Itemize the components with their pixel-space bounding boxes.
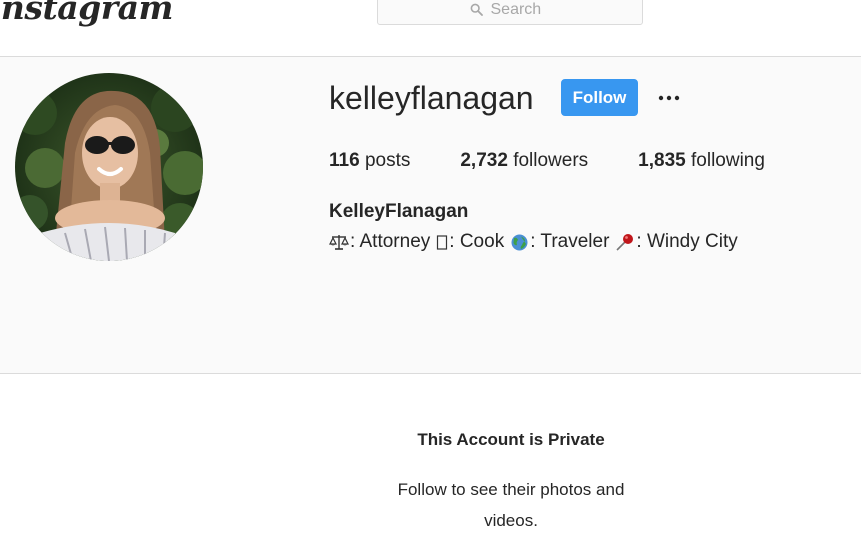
- bio-segment-attorney: : Attorney: [329, 231, 430, 253]
- bio-segment-cook: : Cook: [436, 231, 504, 253]
- private-account-title: This Account is Private: [417, 430, 605, 449]
- more-options-icon: [658, 88, 680, 106]
- followers-stat[interactable]: 2,732 followers: [460, 150, 588, 172]
- private-account-message: Follow to see their photos and videos.: [397, 480, 625, 530]
- search-box[interactable]: [377, 0, 643, 25]
- following-count: 1,835: [638, 150, 686, 171]
- more-options-button[interactable]: [654, 84, 684, 110]
- missing-glyph-icon: [436, 233, 448, 251]
- profile-avatar[interactable]: [15, 73, 203, 261]
- top-nav-bar: Instagram: [0, 0, 861, 57]
- scales-icon: [329, 233, 349, 251]
- profile-full-name: KelleyFlanagan: [329, 201, 469, 222]
- posts-count: 116: [329, 150, 360, 171]
- followers-count: 2,732: [460, 150, 508, 171]
- bio-segment-windy-city: : Windy City: [615, 231, 738, 253]
- profile-stats: 116 posts 2,732 followers 1,835 followin…: [329, 150, 765, 172]
- bio-segment-traveler: : Traveler: [510, 231, 609, 253]
- posts-label: posts: [364, 150, 411, 171]
- bio-text-windy-city: : Windy City: [636, 231, 738, 252]
- following-stat[interactable]: 1,835 following: [638, 150, 765, 172]
- posts-stat: 116 posts: [329, 150, 410, 172]
- search-icon: [470, 3, 483, 16]
- pushpin-icon: [615, 233, 635, 252]
- globe-icon: [510, 233, 529, 252]
- bio-text-attorney: : Attorney: [350, 231, 431, 252]
- profile-bio: : Attorney : Cook : Traveler: Windy Cit…: [329, 231, 738, 253]
- follow-button[interactable]: Follow: [561, 79, 638, 116]
- following-label: following: [691, 150, 765, 171]
- profile-username: kelleyflanagan: [329, 80, 534, 116]
- instagram-logo[interactable]: Instagram: [0, 0, 173, 27]
- search-input[interactable]: [490, 0, 551, 19]
- bio-text-cook: : Cook: [449, 231, 505, 252]
- followers-label: followers: [513, 150, 589, 171]
- bio-text-traveler: : Traveler: [530, 231, 610, 252]
